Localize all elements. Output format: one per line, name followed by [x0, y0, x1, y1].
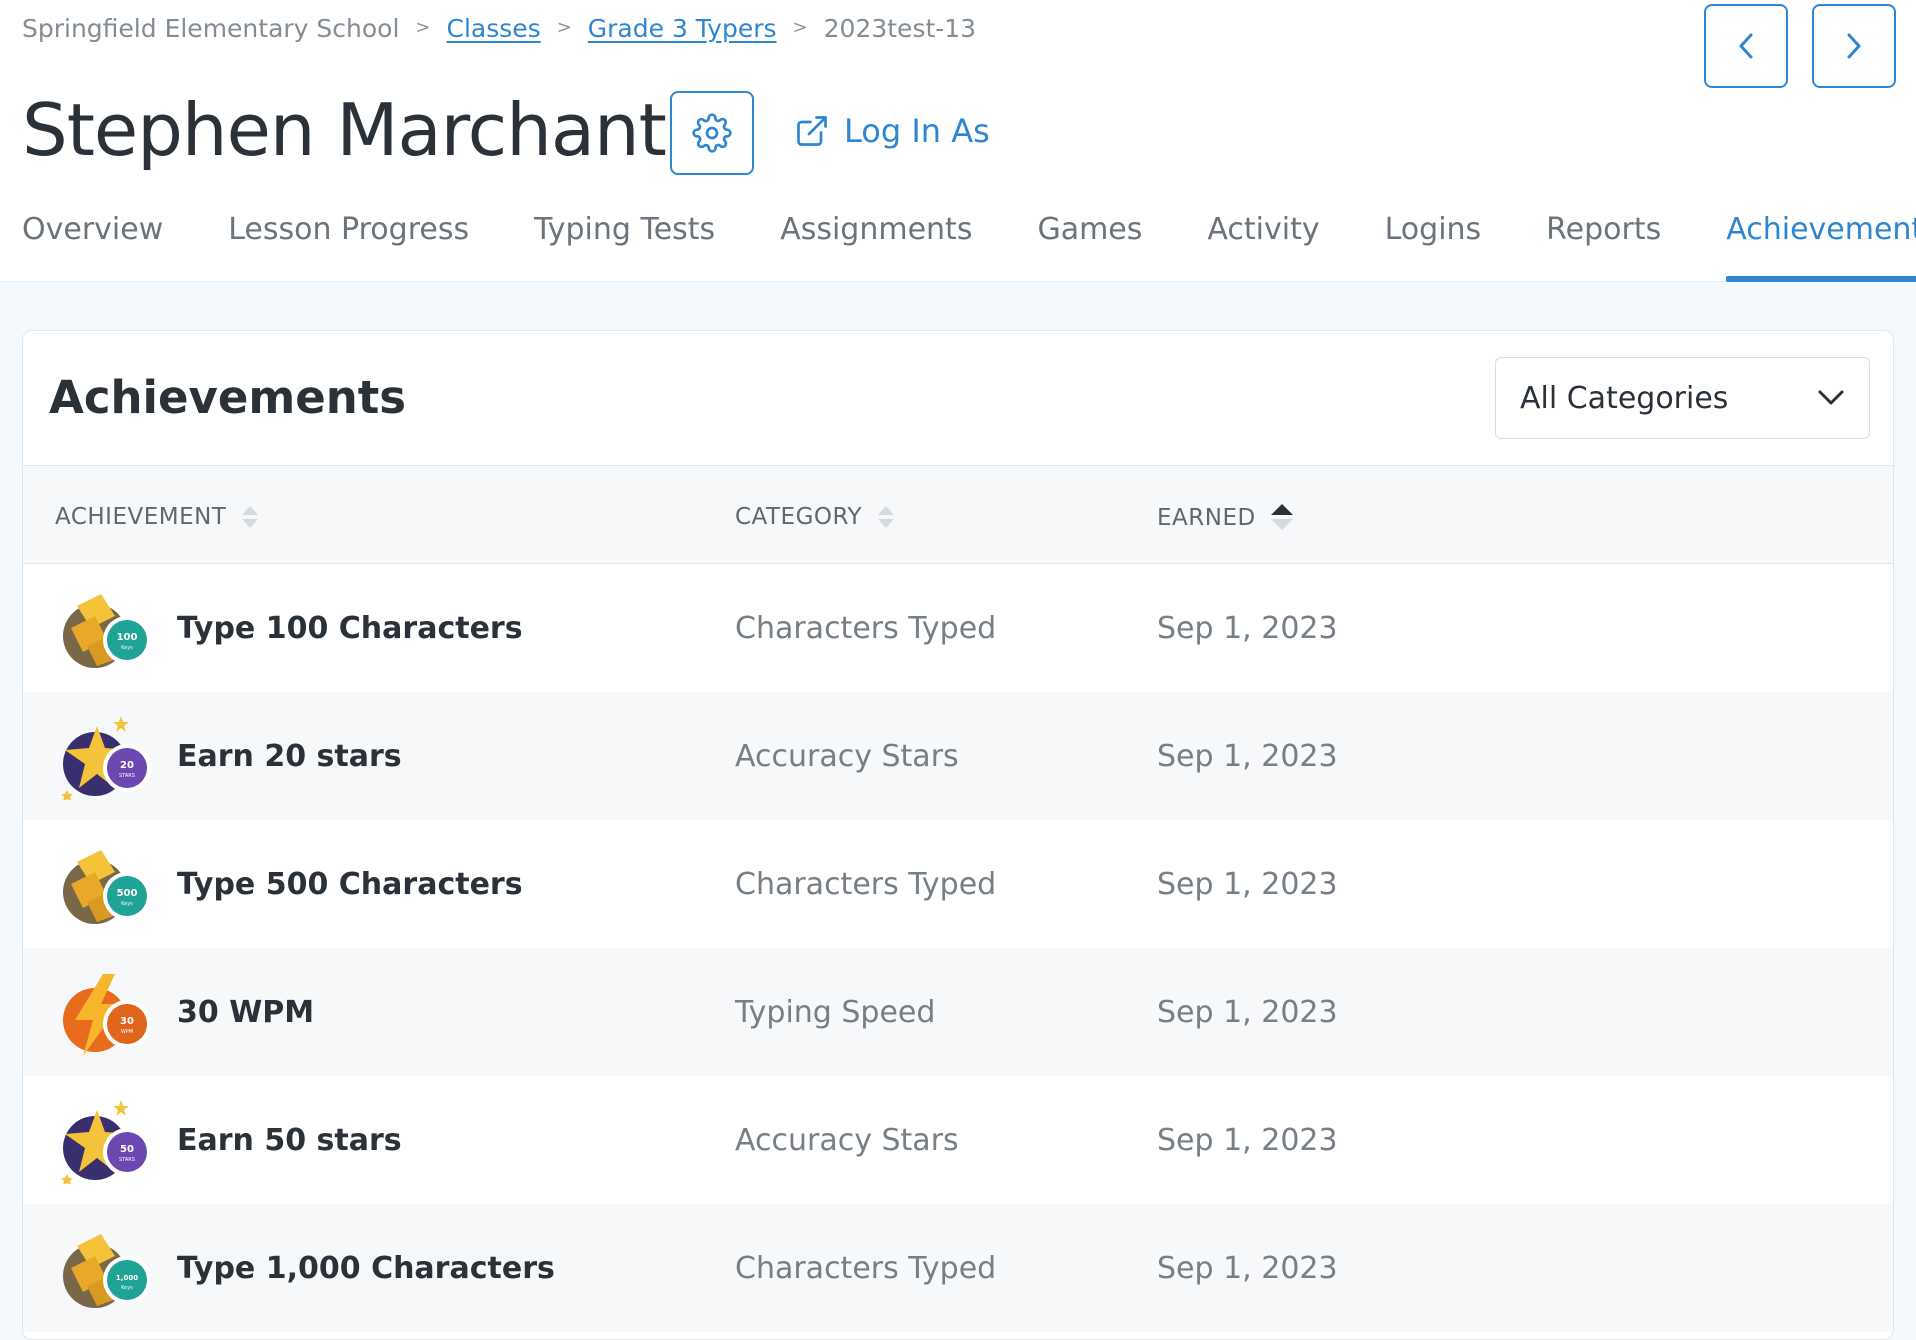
achievement-earned-date: Sep 1, 2023 — [1157, 1250, 1338, 1286]
achievement-name: Type 1,000 Characters — [177, 1250, 555, 1286]
log-in-as-label: Log In As — [844, 112, 990, 150]
column-header-category[interactable]: CATEGORY — [735, 504, 896, 530]
breadcrumb-school: Springfield Elementary School — [22, 14, 400, 43]
achievement-category: Accuracy Stars — [735, 738, 959, 774]
panel-title: Achievements — [49, 371, 407, 424]
column-header-earned[interactable]: EARNED — [1157, 504, 1294, 532]
achievement-earned-date: Sep 1, 2023 — [1157, 866, 1338, 902]
student-tabs: Overview Lesson Progress Typing Tests As… — [22, 212, 1916, 282]
achievements-table-body: 100 Keys Type 100 Characters Characters Typ… — [23, 564, 1893, 1332]
column-header-label: ACHIEVEMENT — [55, 504, 227, 530]
achievement-badge-icon: 50 STARS — [61, 1100, 151, 1184]
page-header: Springfield Elementary School > Classes … — [0, 0, 1916, 282]
breadcrumb-student-id: 2023test-13 — [823, 14, 977, 43]
tab-assignments[interactable]: Assignments — [780, 212, 972, 282]
achievement-name: Type 100 Characters — [177, 610, 523, 646]
tab-achievements[interactable]: Achievements — [1726, 212, 1916, 282]
tab-overview[interactable]: Overview — [22, 212, 163, 282]
badge-unit: STARS — [119, 773, 135, 779]
sort-icon — [878, 506, 895, 528]
table-row: 50 STARS Earn 50 stars Accuracy Stars Sep 1,… — [23, 1076, 1893, 1204]
breadcrumb-class-link[interactable]: Grade 3 Typers — [588, 14, 777, 43]
achievement-earned-date: Sep 1, 2023 — [1157, 738, 1338, 774]
achievement-badge-icon: 20 STARS — [61, 716, 151, 800]
achievement-category: Characters Typed — [735, 866, 997, 902]
achievement-earned-date: Sep 1, 2023 — [1157, 994, 1338, 1030]
tab-lesson-progress[interactable]: Lesson Progress — [228, 212, 469, 282]
sort-icon — [242, 506, 259, 528]
achievement-badge-icon: 30 WPM — [63, 974, 151, 1056]
badge-unit: Keys — [121, 1285, 133, 1291]
achievement-category: Characters Typed — [735, 1250, 997, 1286]
achievement-earned-date: Sep 1, 2023 — [1157, 1122, 1338, 1158]
previous-student-button[interactable] — [1704, 4, 1788, 88]
column-header-label: CATEGORY — [735, 504, 863, 530]
sort-ascending-icon — [1270, 504, 1293, 530]
table-row: 20 STARS Earn 20 stars Accuracy Stars Sep 1,… — [23, 692, 1893, 820]
chevron-left-icon — [1739, 33, 1753, 59]
achievement-badge-icon: 500 Keys — [63, 850, 151, 924]
breadcrumb: Springfield Elementary School > Classes … — [22, 14, 976, 43]
log-in-as-link[interactable]: Log In As — [794, 112, 990, 150]
tab-typing-tests[interactable]: Typing Tests — [534, 212, 715, 282]
achievement-name: 30 WPM — [177, 994, 315, 1030]
achievement-name: Type 500 Characters — [177, 866, 523, 902]
badge-unit: WPM — [121, 1029, 133, 1035]
badge-value: 1,000 — [116, 1274, 138, 1282]
tab-games[interactable]: Games — [1037, 212, 1142, 282]
badge-value: 30 — [120, 1016, 134, 1027]
table-row: 30 WPM 30 WPM Typing Speed Sep 1, 2023 — [23, 948, 1893, 1076]
achievement-category: Characters Typed — [735, 610, 997, 646]
table-row: 100 Keys Type 100 Characters Characters Typ… — [23, 564, 1893, 692]
external-link-icon — [797, 116, 827, 146]
category-filter-value: All Categories — [1520, 380, 1729, 416]
column-header-label: EARNED — [1157, 505, 1256, 531]
badge-unit: Keys — [121, 645, 133, 651]
achievement-category: Typing Speed — [735, 994, 936, 1030]
chevron-down-icon — [1818, 390, 1844, 405]
chevron-right-icon: > — [556, 17, 572, 38]
tab-reports[interactable]: Reports — [1546, 212, 1661, 282]
achievements-panel: Achievements All Categories ACHIEVEMENT … — [22, 330, 1894, 1340]
table-header: ACHIEVEMENT CATEGORY EARNED — [23, 466, 1893, 564]
column-header-achievement[interactable]: ACHIEVEMENT — [55, 504, 260, 530]
badge-value: 50 — [120, 1144, 134, 1155]
breadcrumb-classes-link[interactable]: Classes — [447, 14, 541, 43]
table-row: 1,000 Keys Type 1,000 Characters Characters… — [23, 1204, 1893, 1332]
chevron-right-icon — [1847, 33, 1861, 59]
chevron-right-icon: > — [415, 17, 431, 38]
badge-value: 100 — [117, 632, 138, 643]
table-row: 500 Keys Type 500 Characters Characters Typ… — [23, 820, 1893, 948]
badge-value: 20 — [120, 760, 134, 771]
chevron-right-icon: > — [792, 17, 808, 38]
badge-unit: Keys — [121, 901, 133, 907]
student-name: Stephen Marchant — [22, 88, 667, 172]
gear-icon — [692, 113, 732, 153]
achievement-name: Earn 50 stars — [177, 1122, 402, 1158]
badge-unit: STARS — [119, 1157, 135, 1163]
achievement-earned-date: Sep 1, 2023 — [1157, 610, 1338, 646]
achievement-badge-icon: 100 Keys — [63, 594, 151, 668]
student-settings-button[interactable] — [670, 91, 754, 175]
panel-header: Achievements All Categories — [23, 331, 1893, 466]
achievement-category: Accuracy Stars — [735, 1122, 959, 1158]
tab-activity[interactable]: Activity — [1207, 212, 1319, 282]
badge-value: 500 — [117, 888, 138, 899]
next-student-button[interactable] — [1812, 4, 1896, 88]
category-filter-select[interactable]: All Categories — [1495, 357, 1870, 439]
achievement-badge-icon: 1,000 Keys — [63, 1234, 151, 1308]
achievement-name: Earn 20 stars — [177, 738, 402, 774]
tab-logins[interactable]: Logins — [1385, 212, 1482, 282]
